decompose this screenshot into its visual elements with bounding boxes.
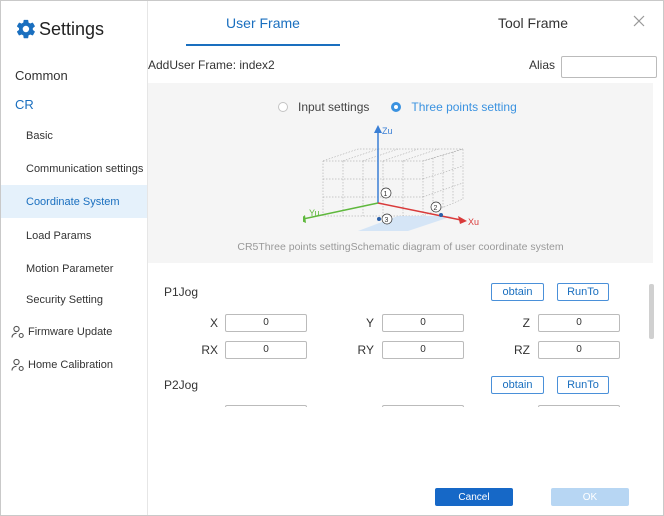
sidebar-item-label: Security Setting: [26, 294, 104, 306]
x-axis-label: Xu: [468, 217, 479, 227]
p1-y-input[interactable]: 0: [382, 314, 464, 332]
radio-input-settings[interactable]: [278, 102, 288, 112]
alias-label: Alias: [529, 58, 556, 72]
p1-x-label: X: [209, 316, 218, 330]
frame-name-label: AddUser Frame: index2: [148, 58, 275, 72]
app-logo: Settings: [15, 15, 104, 43]
p1-z-input[interactable]: 0: [538, 314, 620, 332]
p2-runto-button[interactable]: RunTo: [557, 376, 609, 394]
y-axis-label: Yu: [309, 208, 320, 218]
p2-jog-title: P2Jog: [164, 378, 199, 392]
x-axis-arrow: [458, 216, 467, 224]
frame-header: AddUser Frame: index2 Alias: [148, 56, 658, 80]
app-title: Settings: [39, 18, 105, 39]
user-gear-icon: [11, 325, 24, 339]
diagram-caption: CR5Three points settingSchematic diagram…: [237, 241, 564, 253]
tab-tool-frame[interactable]: Tool Frame: [456, 15, 610, 31]
sidebar-item-label: Load Params: [26, 230, 92, 242]
tab-user-frame[interactable]: User Frame: [186, 15, 340, 31]
sidebar-item-security-setting[interactable]: Security Setting: [1, 290, 147, 310]
z-axis-label: Zu: [382, 126, 393, 136]
p2-x-input[interactable]: [225, 405, 307, 407]
p1-rx-input[interactable]: 0: [225, 341, 307, 359]
p1-z-label: Z: [522, 316, 530, 330]
sidebar-item-label: Communication settings: [26, 163, 144, 175]
frame-tabs: User Frame Tool Frame: [148, 1, 663, 47]
sidebar-item-label: Firmware Update: [28, 326, 113, 338]
sidebar-item-basic[interactable]: Basic: [1, 126, 147, 146]
close-icon[interactable]: [631, 13, 647, 29]
p1-rx-label: RX: [201, 343, 218, 357]
jog-form: P1Jog obtain RunTo X 0 Y 0 Z 0 RX 0 RY 0…: [148, 271, 653, 407]
z-axis-arrow: [374, 125, 382, 133]
ok-button[interactable]: OK: [551, 488, 629, 506]
p2-z-input[interactable]: [538, 405, 620, 407]
p1-x-input[interactable]: 0: [225, 314, 307, 332]
point-2-label: 2: [434, 205, 438, 212]
sidebar-item-label: Home Calibration: [28, 359, 113, 371]
p1-y-label: Y: [365, 316, 374, 330]
form-scrollbar[interactable]: [649, 284, 654, 339]
sidebar-item-label: Motion Parameter: [26, 263, 114, 275]
alias-input[interactable]: [561, 56, 657, 78]
sidebar-item-cr[interactable]: CR: [1, 93, 147, 115]
coordinate-system-diagram: Zu Yu Xu 1 2 3: [303, 125, 479, 231]
point-2-dot: [439, 213, 443, 217]
sidebar-item-load-params[interactable]: Load Params: [1, 226, 147, 246]
p1-rz-input[interactable]: 0: [538, 341, 620, 359]
p2-y-input[interactable]: [382, 405, 464, 407]
mode-radio-group: Input settings Three points setting: [278, 100, 539, 114]
radio-label-input-settings[interactable]: Input settings: [298, 100, 369, 114]
p1-jog-title: P1Jog: [164, 285, 199, 299]
radio-label-three-points-setting[interactable]: Three points setting: [411, 100, 516, 114]
sidebar: Settings Common CR Basic Communication s…: [1, 1, 148, 515]
p1-obtain-button[interactable]: obtain: [491, 283, 544, 301]
point-3-dot: [377, 217, 381, 221]
p1-rz-label: RZ: [514, 343, 530, 357]
sidebar-item-motion-parameter[interactable]: Motion Parameter: [1, 259, 147, 279]
sidebar-item-home-calibration[interactable]: Home Calibration: [1, 355, 147, 375]
radio-three-points-setting[interactable]: [391, 102, 402, 112]
user-gear-icon: [11, 358, 24, 372]
settings-window: Settings Common CR Basic Communication s…: [0, 0, 664, 516]
p1-ry-input[interactable]: 0: [382, 341, 464, 359]
sidebar-item-label: Coordinate System: [26, 195, 120, 208]
diagram-panel: Input settings Three points setting Zu Y…: [148, 83, 653, 263]
sidebar-item-coordinate-system[interactable]: Coordinate System: [1, 185, 147, 218]
sidebar-item-label: CR: [15, 96, 34, 112]
xy-plane: [358, 216, 453, 231]
sidebar-item-label: Basic: [26, 130, 53, 142]
p1-ry-label: RY: [357, 343, 374, 357]
gear-icon: [16, 19, 35, 39]
p2-obtain-button[interactable]: obtain: [491, 376, 544, 394]
cancel-button[interactable]: Cancel: [435, 488, 513, 506]
sidebar-item-communication-settings[interactable]: Communication settings: [1, 159, 147, 179]
point-1-label: 1: [384, 191, 388, 198]
sidebar-item-firmware-update[interactable]: Firmware Update: [1, 322, 147, 342]
point-3-label: 3: [385, 217, 389, 224]
sidebar-item-label: Common: [15, 67, 68, 83]
p1-runto-button[interactable]: RunTo: [557, 283, 609, 301]
sidebar-item-common[interactable]: Common: [1, 64, 147, 86]
active-tab-indicator: [186, 44, 340, 46]
